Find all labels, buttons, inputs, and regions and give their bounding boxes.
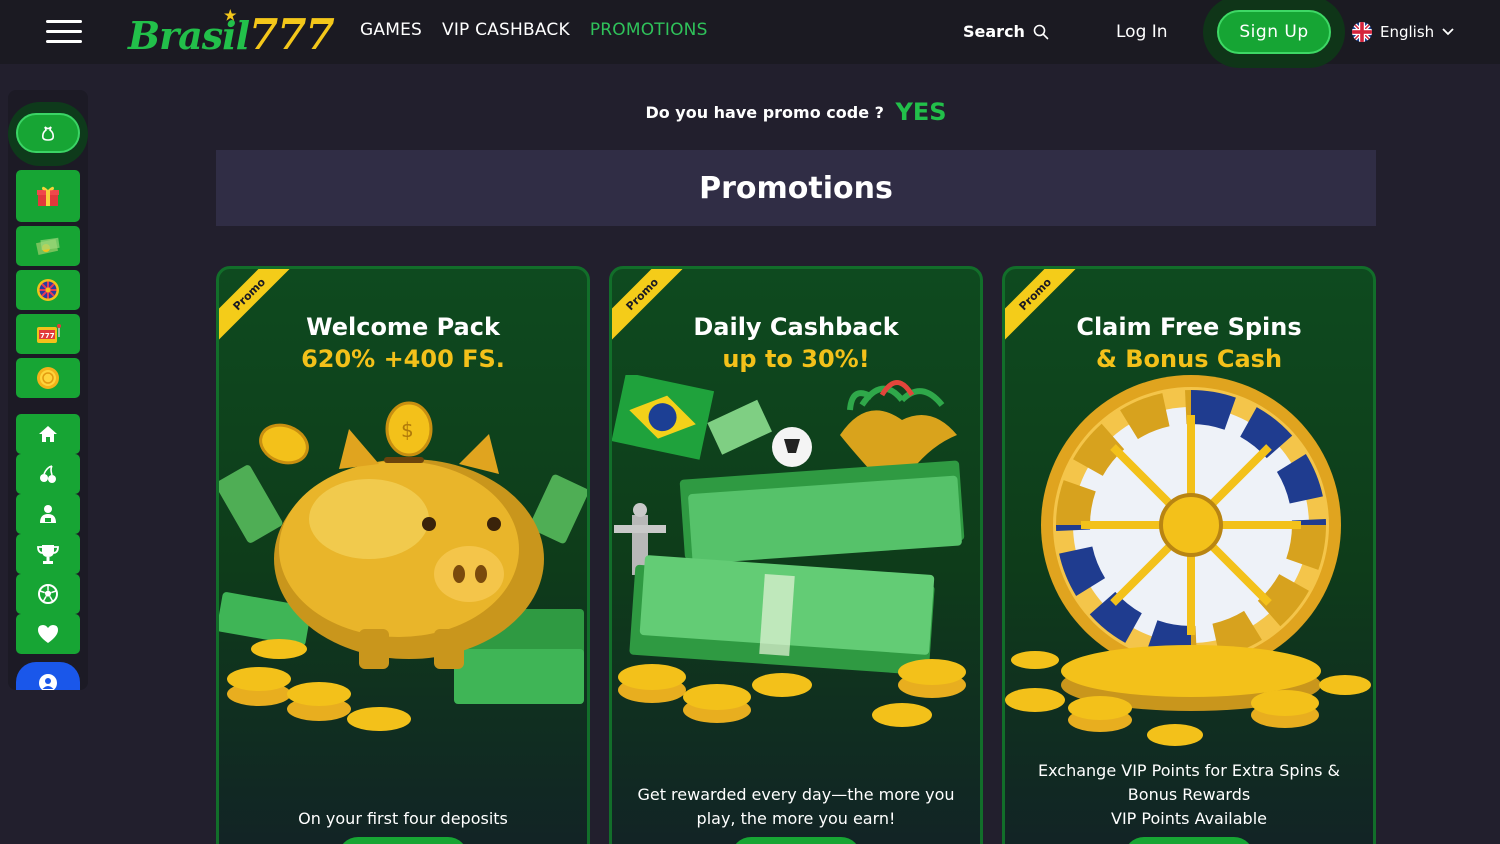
- sidebar-item-tournaments[interactable]: [16, 534, 80, 574]
- card-description: Exchange VIP Points for Extra Spins & Bo…: [1037, 761, 1340, 804]
- language-label: English: [1380, 23, 1435, 41]
- brand-logo[interactable]: Brasil 777 ★: [128, 8, 335, 59]
- trophy-icon: [37, 545, 59, 564]
- nav-vip-cashback[interactable]: VIP CASHBACK: [442, 20, 570, 40]
- sidebar-item-cash[interactable]: [16, 226, 80, 266]
- sidebar-item-sports[interactable]: [16, 574, 80, 614]
- uk-flag-icon: [1352, 22, 1372, 42]
- svg-text:$: $: [401, 418, 414, 442]
- svg-text:777: 777: [40, 332, 55, 340]
- card-subtitle: up to 30%!: [722, 345, 870, 373]
- slot-icon: 777: [37, 324, 61, 343]
- cash-stacks-illustration: [612, 375, 966, 727]
- bag-icon: [42, 126, 54, 141]
- cherry-icon: [40, 465, 56, 483]
- top-header: Brasil 777 ★ GAMES VIP CASHBACK PROMOTIO…: [0, 0, 1500, 68]
- card-cta-button[interactable]: [1124, 837, 1254, 844]
- language-selector[interactable]: English: [1352, 22, 1454, 42]
- home-icon: [39, 426, 57, 442]
- logo-star-icon: ★: [224, 8, 237, 24]
- search-label: Search: [963, 22, 1025, 41]
- search-icon: [1033, 24, 1049, 39]
- prize-wheel-illustration: [1005, 375, 1371, 746]
- logo-text-secondary: 777: [249, 10, 335, 59]
- sidebar-item-home[interactable]: [16, 414, 80, 454]
- nav-games[interactable]: GAMES: [360, 20, 422, 40]
- card-title: Claim Free Spins: [1076, 313, 1302, 341]
- promo-card-welcome-pack[interactable]: Promo Welcome Pack 620% +400 FS. $ On yo…: [216, 266, 590, 844]
- promo-card-free-spins[interactable]: Promo Claim Free Spins & Bonus Cash Exch…: [1002, 266, 1376, 844]
- card-description: Get rewarded every day—the more you play…: [637, 785, 955, 828]
- card-title: Welcome Pack: [306, 313, 500, 341]
- heart-icon: [38, 625, 58, 643]
- cash-icon: [35, 237, 60, 255]
- gift-icon: [37, 186, 59, 206]
- sidebar-item-gift[interactable]: [16, 170, 80, 222]
- signup-button[interactable]: Sign Up: [1217, 10, 1331, 54]
- sidebar-item-slots[interactable]: 777: [16, 314, 80, 354]
- soccer-ball-icon: [38, 584, 58, 604]
- sidebar-item-coin[interactable]: [16, 358, 80, 398]
- promo-code-prompt: Do you have promo code ? YES: [0, 98, 1500, 126]
- card-cta-button[interactable]: [731, 837, 861, 844]
- card-subtitle: 620% +400 FS.: [301, 345, 505, 373]
- chevron-down-icon: [1442, 28, 1454, 36]
- promo-card-daily-cashback[interactable]: Promo Daily Cashback up to 30%! Get rewa…: [609, 266, 983, 844]
- user-icon: [39, 674, 57, 690]
- coin-icon: [37, 367, 59, 389]
- nav-promotions[interactable]: PROMOTIONS: [590, 20, 708, 40]
- search-button[interactable]: Search: [963, 22, 1049, 41]
- card-cta-button[interactable]: [338, 837, 468, 844]
- dealer-icon: [40, 505, 56, 523]
- main-nav: GAMES VIP CASHBACK PROMOTIONS: [360, 20, 708, 40]
- menu-icon[interactable]: [46, 20, 82, 44]
- promo-code-yes-link[interactable]: YES: [895, 98, 946, 126]
- page-title-banner: Promotions: [216, 150, 1376, 226]
- vip-points-available: VIP Points Available: [1111, 809, 1267, 828]
- sidebar-item-account[interactable]: [16, 662, 80, 690]
- piggy-bank-illustration: $: [219, 401, 587, 731]
- sidebar-item-wheel[interactable]: [16, 270, 80, 310]
- sidebar-item-favorites[interactable]: [16, 614, 80, 654]
- sidebar-item-live-dealer[interactable]: [16, 494, 80, 534]
- card-title: Daily Cashback: [693, 313, 899, 341]
- signup-glow: Sign Up: [1203, 0, 1345, 68]
- card-subtitle: & Bonus Cash: [1095, 345, 1283, 373]
- page-title: Promotions: [699, 170, 893, 206]
- sidebar-item-casino[interactable]: [16, 454, 80, 494]
- login-button[interactable]: Log In: [1116, 22, 1168, 42]
- wheel-icon: [37, 279, 59, 301]
- left-sidebar: 777: [8, 90, 88, 690]
- card-description: On your first four deposits: [298, 809, 508, 828]
- promo-code-question: Do you have promo code ?: [645, 103, 884, 122]
